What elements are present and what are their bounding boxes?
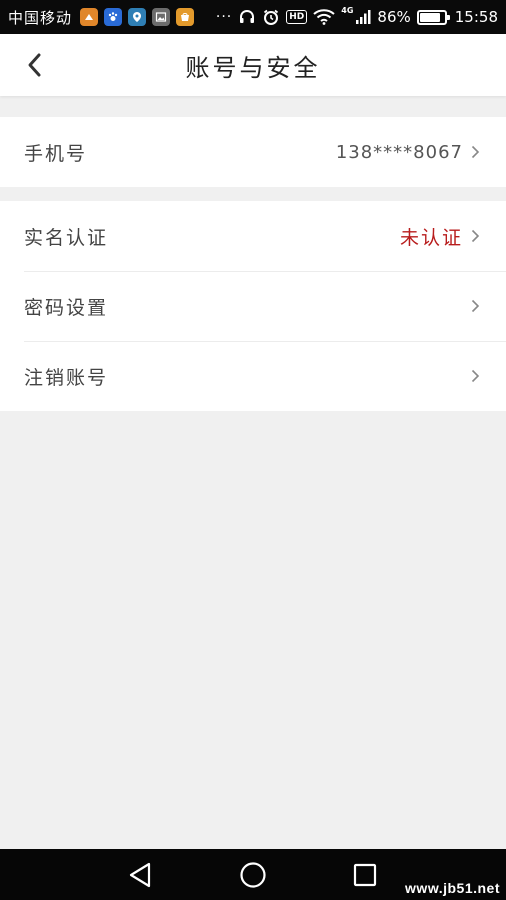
row-label-password: 密码设置 [24, 296, 109, 319]
wifi-icon [313, 9, 335, 25]
more-notifications-dots: ··· [215, 9, 233, 25]
back-button[interactable] [16, 46, 54, 84]
row-right: 未认证 [400, 223, 480, 250]
row-cancel-account[interactable]: 注销账号 [0, 341, 506, 411]
verification-status: 未认证 [399, 226, 463, 249]
chevron-right-icon [471, 369, 480, 383]
row-right [471, 299, 480, 313]
chevron-right-icon [471, 229, 480, 243]
signal-strength-icon [355, 9, 371, 25]
row-phone-number[interactable]: 手机号 138****8067 [0, 117, 506, 187]
settings-group-phone: 手机号 138****8067 [0, 117, 506, 187]
row-label-phone: 手机号 [24, 142, 88, 165]
nav-back-button[interactable] [124, 859, 156, 891]
row-right [471, 369, 480, 383]
header-bar: 账号与安全 [0, 34, 506, 96]
headphones-icon [238, 8, 256, 26]
battery-icon [416, 9, 450, 25]
row-label-cancel-account: 注销账号 [24, 366, 109, 389]
carrier-name: 中国移动 [8, 8, 73, 27]
chevron-right-icon [471, 145, 480, 159]
page-title: 账号与安全 [185, 53, 321, 82]
status-bar: 中国移动 ··· HD 4G 86% 15:58 [0, 0, 506, 34]
nav-home-button[interactable] [237, 859, 269, 891]
baidu-paw-icon [104, 8, 123, 26]
chevron-right-icon [471, 299, 480, 313]
alarm-clock-icon [262, 8, 280, 26]
app-notification-icon-orange [80, 8, 99, 26]
system-nav-bar: www.jb51.net [0, 849, 506, 900]
status-right: ··· HD 4G 86% 15:58 [215, 6, 498, 27]
network-type-label: 4G [341, 6, 354, 15]
shopping-app-icon [176, 8, 195, 26]
nav-recent-apps-button[interactable] [349, 859, 381, 891]
watermark-text: www.jb51.net [405, 880, 500, 896]
battery-percent: 86% [377, 8, 411, 26]
hd-voice-badge: HD [286, 10, 308, 24]
row-right: 138****8067 [336, 142, 480, 163]
status-left: 中国移动 [8, 7, 195, 28]
phone-number-value: 138****8067 [335, 141, 463, 163]
settings-group-security: 实名认证 未认证 密码设置 注销账号 [0, 201, 506, 411]
triangle-back-icon [129, 862, 151, 888]
square-recent-icon [353, 863, 377, 887]
battery-level-fill [419, 12, 441, 22]
screen: 中国移动 ··· HD 4G 86% 15:58 账号与安全 手机号 138**… [0, 0, 506, 900]
location-app-icon [128, 8, 147, 26]
row-real-name-verification[interactable]: 实名认证 未认证 [0, 201, 506, 271]
status-time: 15:58 [454, 8, 498, 26]
row-label-verification: 实名认证 [24, 226, 109, 249]
row-password-settings[interactable]: 密码设置 [0, 271, 506, 341]
circle-home-icon [240, 862, 266, 888]
gallery-app-icon [152, 8, 171, 26]
chevron-left-icon [28, 53, 41, 77]
